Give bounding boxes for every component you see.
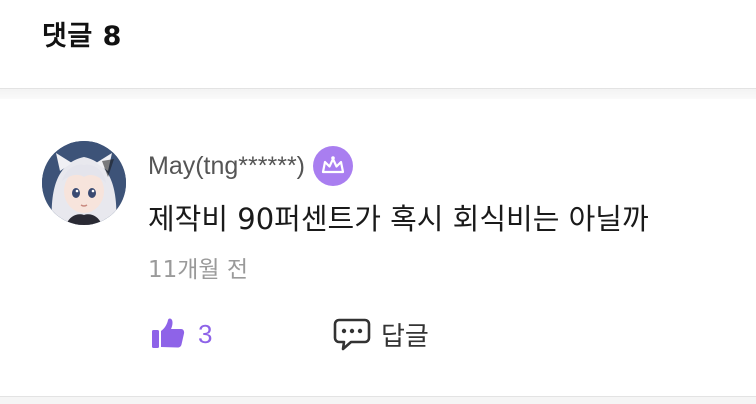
author-row: May(tng******)	[148, 146, 354, 186]
avatar-image	[42, 141, 126, 225]
comments-header: 댓글 8	[42, 21, 122, 52]
thumbs-up-icon	[152, 318, 185, 348]
section-divider-bottom	[0, 396, 756, 404]
like-count: 3	[198, 318, 213, 349]
comment-text: 제작비 90퍼센트가 혹시 회식비는 아닐까	[148, 202, 649, 236]
crown-icon	[321, 156, 345, 174]
reply-label: 답글	[381, 321, 429, 352]
section-divider	[0, 88, 756, 99]
speech-bubble-icon	[333, 318, 371, 351]
like-button[interactable]: 3	[150, 314, 212, 354]
reply-button[interactable]: 답글	[333, 314, 429, 354]
comments-page: 댓글 8 May(tng******) 제작비 90퍼센트가 혹시 회식비는 아…	[0, 0, 756, 404]
crown-badge	[313, 146, 354, 186]
avatar[interactable]	[42, 141, 126, 225]
author-name[interactable]: May(tng******)	[148, 152, 305, 181]
comment-timestamp: 11개월 전	[148, 257, 249, 283]
